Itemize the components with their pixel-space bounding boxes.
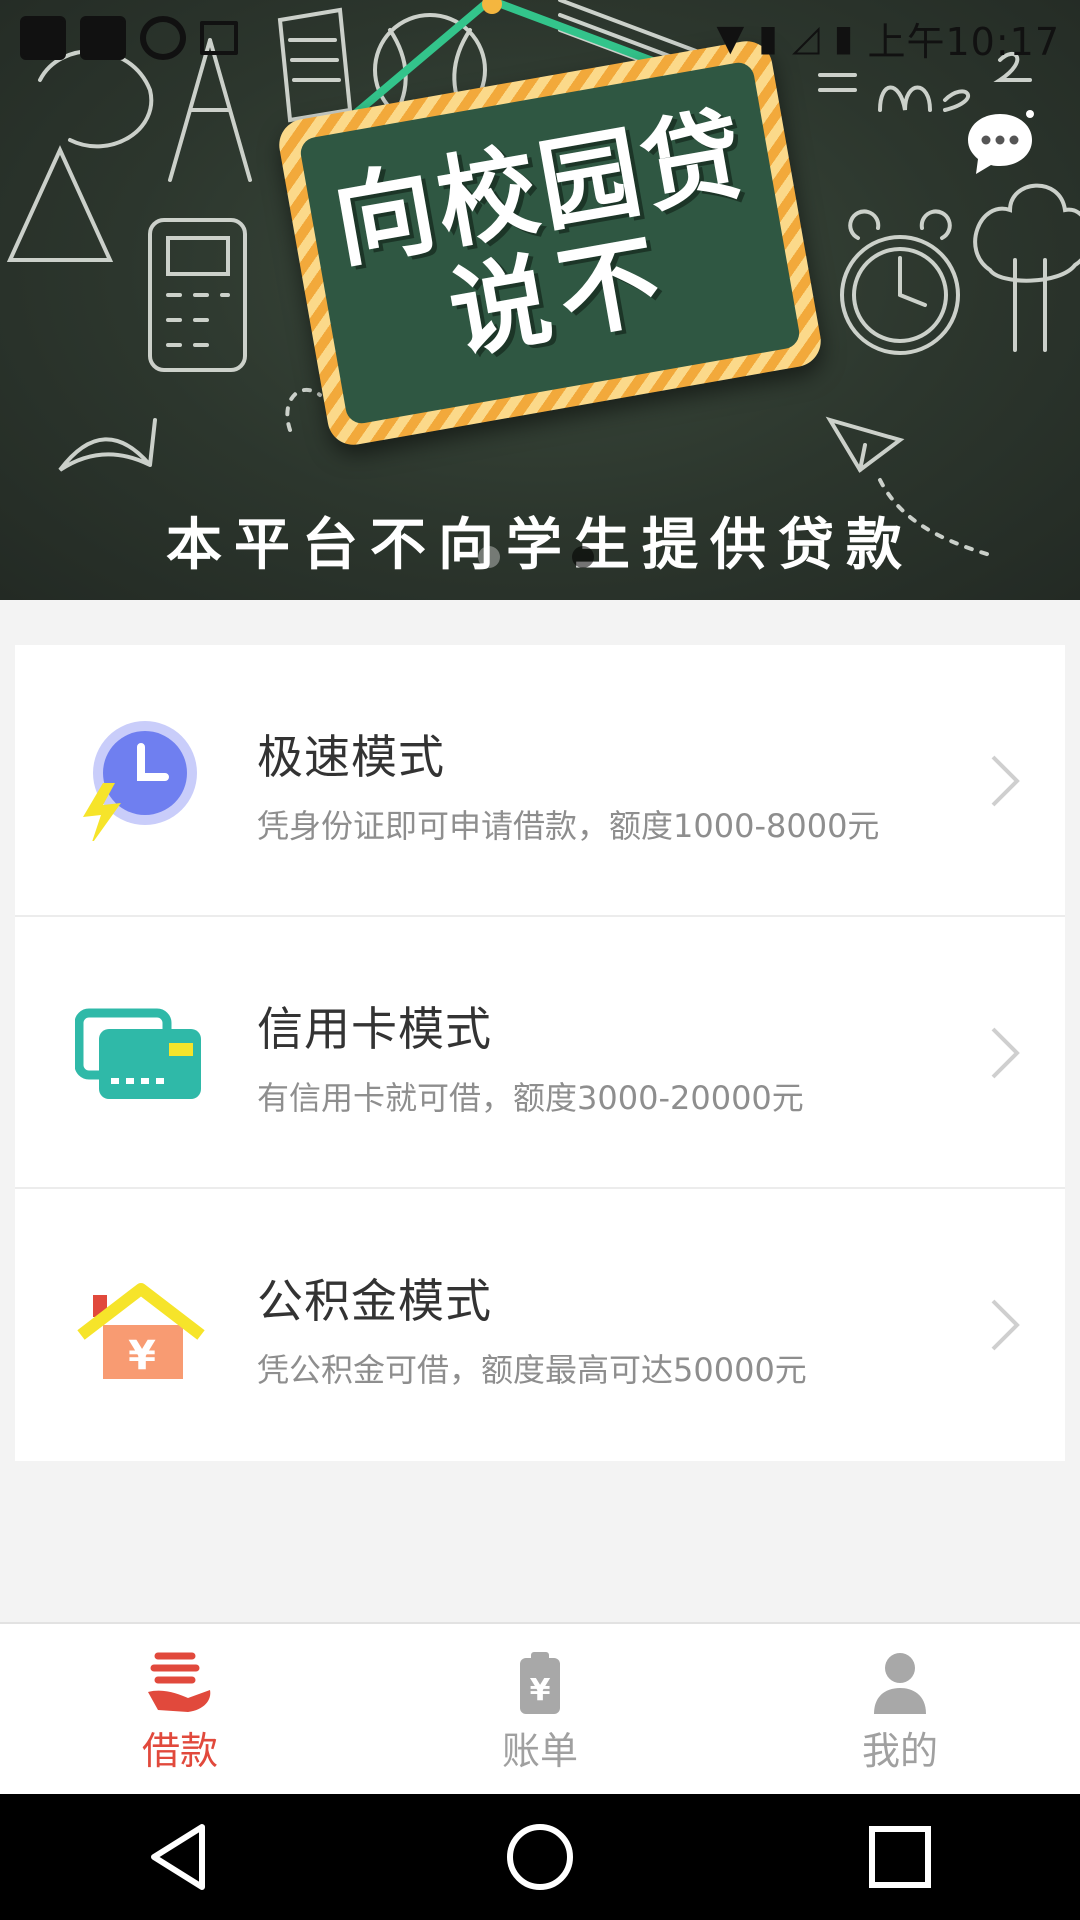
system-navigation-bar [0,1794,1080,1920]
chevron-right-icon [991,1299,1020,1351]
chat-bubble-icon[interactable] [964,108,1036,180]
image-icon [200,21,238,55]
tab-label: 借款 [141,1729,218,1773]
banner-caption: 本平台不向学生提供贷款 [166,513,914,578]
house-yuan-icon: ¥ [77,1283,205,1379]
status-time: 上午10:17 [867,19,1060,64]
carousel-dot-active[interactable] [572,546,594,568]
loan-mode-list: 极速模式 凭身份证即可申请借款，额度1000-8000元 信用卡模式 有信用卡就… [15,645,1065,1461]
notification-icon [20,16,66,60]
no-sim-icon: ▮ [758,17,778,59]
mode-subtitle: 有信用卡就可借，额度3000-20000元 [257,1079,804,1117]
user-icon [874,1653,926,1714]
mode-row-credit-card[interactable]: 信用卡模式 有信用卡就可借，额度3000-20000元 [15,917,1065,1189]
mode-subtitle: 凭身份证即可申请借款，额度1000-8000元 [257,807,880,845]
status-bar: ▼ ▮ ◿ ▮ 上午10:17 [0,0,1080,76]
bill-clipboard-icon: ¥ [520,1652,560,1714]
carousel-indicator [478,546,594,568]
mode-title: 公积金模式 [257,1274,492,1328]
tab-mine[interactable]: 我的 [720,1624,1080,1794]
mode-row-express[interactable]: 极速模式 凭身份证即可申请借款，额度1000-8000元 [15,645,1065,917]
mode-title: 极速模式 [257,730,445,784]
back-triangle-icon[interactable] [140,1817,220,1897]
carousel-dot[interactable] [478,546,500,568]
chevron-right-icon [991,755,1020,807]
tab-label: 我的 [861,1729,938,1773]
mode-title: 信用卡模式 [257,1002,492,1056]
svg-text:¥: ¥ [128,1333,156,1379]
mode-row-housing-fund[interactable]: ¥ 公积金模式 凭公积金可借，额度最高可达50000元 [15,1189,1065,1461]
loan-hand-icon [148,1652,211,1712]
signal-icon: ◿ [791,17,820,59]
wifi-icon: ▼ [716,17,745,59]
home-circle-icon[interactable] [500,1817,580,1897]
promo-banner[interactable]: 向校园贷 说不 本平台不向学生提供贷款 [0,0,1080,600]
notification-icon [80,16,126,60]
sync-icon [140,16,186,60]
clock-lightning-icon [83,721,197,841]
tab-bill[interactable]: ¥ 账单 [360,1624,720,1794]
recents-square-icon[interactable] [860,1817,940,1897]
chevron-right-icon [991,1027,1020,1079]
bottom-tab-bar: 借款 ¥ 账单 我的 [0,1622,1080,1794]
mode-subtitle: 凭公积金可借，额度最高可达50000元 [257,1351,807,1389]
tab-label: 账单 [501,1729,578,1773]
tab-loan[interactable]: 借款 [0,1624,360,1794]
svg-text:¥: ¥ [530,1673,551,1708]
credit-card-icon [75,1008,201,1099]
battery-icon: ▮ [833,17,854,59]
